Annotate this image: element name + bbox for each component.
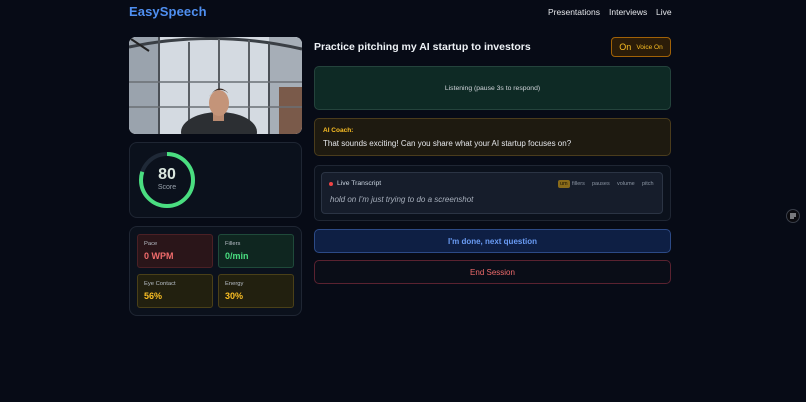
session-title: Practice pitching my AI startup to inves… [314,41,531,53]
score-label: Score [157,184,177,191]
metric-value: 0/min [225,251,249,261]
metric-value: 56% [144,291,163,301]
metric-eye-contact: Eye Contact 56% [137,274,213,308]
transcript-text: hold on I'm just trying to do a screensh… [330,195,474,204]
tag-fillers: fillers [572,181,585,187]
transcript-box [321,172,663,214]
score-value: 80 [158,166,176,183]
nav-interviews[interactable]: Interviews [609,7,647,17]
camera-preview [129,37,302,134]
metric-fillers: Fillers 0/min [218,234,294,268]
metric-label: Energy [225,281,244,287]
coach-heading: AI Coach: [323,127,354,134]
tag-pitch: pitch [642,181,654,187]
metric-label: Pace [144,241,158,247]
nav-presentations[interactable]: Presentations [548,7,600,17]
tag-pauses: pauses [592,181,610,187]
listening-status: Listening (pause 3s to respond) [314,66,671,110]
metric-value: 0 WPM [144,251,174,261]
metric-label: Fillers [225,241,241,247]
menu-icon [790,213,796,219]
next-question-button[interactable]: I'm done, next question [314,229,671,253]
webcam-image [129,37,302,134]
floating-menu-button[interactable] [786,209,800,223]
tag-um: um [558,180,570,188]
transcript-heading: Live Transcript [337,180,382,187]
app-logo[interactable]: EasySpeech [129,4,207,19]
coach-message: That sounds exciting! Can you share what… [323,139,572,148]
end-session-button[interactable]: End Session [314,260,671,284]
metric-pace: Pace 0 WPM [137,234,213,268]
metric-value: 30% [225,291,244,301]
voice-state: On [619,42,632,52]
metric-label: Eye Contact [144,281,176,287]
ai-coach-panel: AI Coach: That sounds exciting! Can you … [314,118,671,156]
recording-dot-icon [329,182,333,186]
voice-toggle-button[interactable]: On Voice On [611,37,671,57]
metric-energy: Energy 30% [218,274,294,308]
nav-live[interactable]: Live [656,7,672,17]
tag-volume: volume [617,181,635,187]
voice-label: Voice On [636,43,663,51]
